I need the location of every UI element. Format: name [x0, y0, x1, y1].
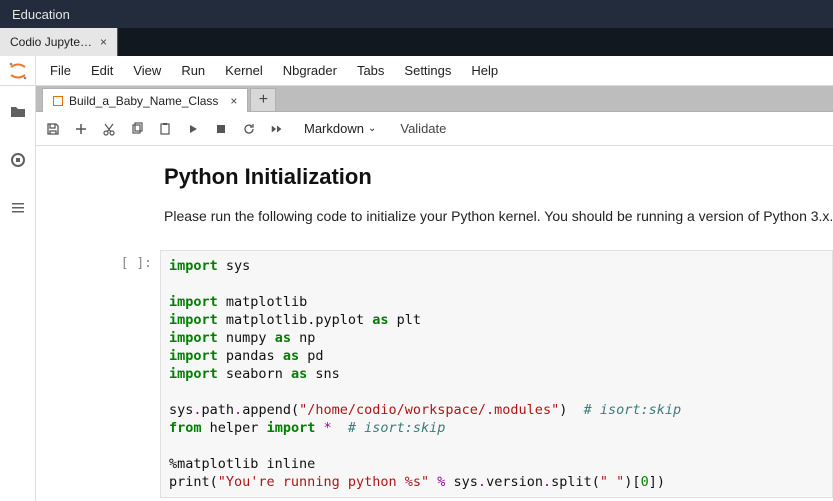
close-icon[interactable]: ×	[230, 94, 237, 108]
app-tab-label: Codio Jupyte…	[10, 35, 92, 49]
add-cell-icon[interactable]	[74, 122, 88, 136]
add-tab-button[interactable]: +	[250, 88, 276, 111]
restart-icon[interactable]	[242, 122, 256, 136]
menu-help[interactable]: Help	[461, 56, 508, 85]
menu-settings[interactable]: Settings	[394, 56, 461, 85]
file-tabstrip: Build_a_Baby_Name_Class × +	[36, 86, 833, 112]
menu-tabs[interactable]: Tabs	[347, 56, 394, 85]
menu-nbgrader[interactable]: Nbgrader	[273, 56, 347, 85]
menu-run[interactable]: Run	[171, 56, 215, 85]
chevron-down-icon: ⌄	[368, 123, 376, 134]
validate-button[interactable]: Validate	[400, 121, 446, 136]
cell-type-select[interactable]: Markdown ⌄	[304, 121, 376, 136]
notebook-content: Python Initialization Please run the fol…	[36, 146, 833, 498]
stop-icon[interactable]	[214, 122, 228, 136]
folder-icon[interactable]	[10, 104, 26, 120]
jupyter-logo[interactable]	[0, 56, 36, 85]
app-tabstrip: Codio Jupyte… ×	[0, 28, 833, 56]
menu-kernel[interactable]: Kernel	[215, 56, 273, 85]
page-title: Python Initialization	[164, 164, 833, 190]
menu-view[interactable]: View	[123, 56, 171, 85]
menu-edit[interactable]: Edit	[81, 56, 123, 85]
notebook-toolbar: Markdown ⌄ Validate	[36, 112, 833, 146]
intro-paragraph: Please run the following code to initial…	[164, 208, 833, 224]
restart-run-all-icon[interactable]	[270, 122, 284, 136]
cell-prompt: [ ]:	[114, 250, 160, 498]
run-icon[interactable]	[186, 122, 200, 136]
running-icon[interactable]	[10, 152, 26, 168]
menubar: File Edit View Run Kernel Nbgrader Tabs …	[36, 56, 508, 85]
cut-icon[interactable]	[102, 122, 116, 136]
copy-icon[interactable]	[130, 122, 144, 136]
menubar-row: File Edit View Run Kernel Nbgrader Tabs …	[0, 56, 833, 86]
paste-icon[interactable]	[158, 122, 172, 136]
toc-icon[interactable]	[10, 200, 26, 216]
cell-type-label: Markdown	[304, 121, 364, 136]
menu-file[interactable]: File	[40, 56, 81, 85]
close-icon[interactable]: ×	[100, 35, 107, 49]
notebook-icon	[53, 96, 63, 106]
file-tab-label: Build_a_Baby_Name_Class	[69, 94, 218, 108]
save-icon[interactable]	[46, 122, 60, 136]
code-cell[interactable]: [ ]: import sys import matplotlib import…	[36, 250, 833, 498]
app-topbar: Education	[0, 0, 833, 28]
file-tab[interactable]: Build_a_Baby_Name_Class ×	[42, 88, 248, 113]
app-tab[interactable]: Codio Jupyte… ×	[0, 28, 118, 56]
app-title: Education	[12, 7, 70, 22]
code-body[interactable]: import sys import matplotlib import matp…	[160, 250, 833, 498]
left-sidebar	[0, 86, 36, 501]
main-area: Build_a_Baby_Name_Class × +	[36, 86, 833, 501]
body-row: Build_a_Baby_Name_Class × +	[0, 86, 833, 501]
